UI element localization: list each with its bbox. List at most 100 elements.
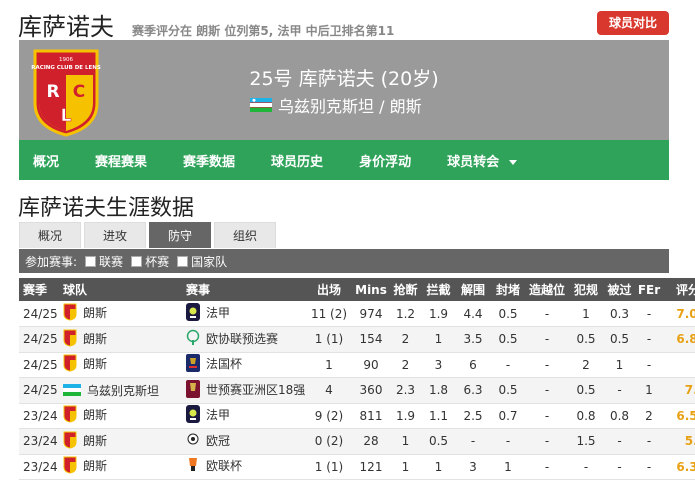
- col-header-mins[interactable]: Mins: [353, 278, 389, 301]
- dribbled-cell: -: [603, 377, 636, 404]
- competition-cell[interactable]: 世预赛亚洲区18强赛4: [182, 377, 305, 404]
- checkbox-icon: [85, 255, 97, 267]
- clr-cell: -: [455, 428, 491, 455]
- table-row[interactable]: 23/24朗斯法甲9 (2)8111.91.12.50.7-0.80.826.5…: [19, 403, 695, 429]
- fer-cell: -: [636, 454, 662, 480]
- dribbled-cell: -: [603, 454, 636, 480]
- col-header-dribbled-past[interactable]: 被过: [603, 278, 636, 301]
- team-cell[interactable]: 乌兹别克斯坦: [59, 377, 182, 404]
- competition-cell[interactable]: 欧协联预选赛: [182, 326, 305, 353]
- table-row[interactable]: 23/24朗斯欧联杯1 (1)1211131----6.33: [19, 454, 695, 480]
- rating-cell: 5.8: [662, 428, 695, 455]
- team-cell[interactable]: 朗斯: [59, 428, 182, 455]
- col-header-blocks[interactable]: 封堵: [491, 278, 525, 301]
- table-row[interactable]: 24/25朗斯法国杯190236--21-7: [19, 352, 695, 378]
- nav-transfers-label: 球员转会: [447, 154, 500, 170]
- filter-option-label: 国家队: [191, 254, 228, 269]
- int-cell: 3: [422, 352, 455, 378]
- fouls-cell: 0.8: [569, 403, 603, 429]
- chevron-down-icon: [509, 159, 518, 165]
- lens-crest-icon: [63, 431, 77, 452]
- competition-name: 法国杯: [206, 357, 243, 372]
- fouls-cell: 0.5: [569, 377, 603, 404]
- main-nav: 概况 赛程赛果 赛季数据 球员历史 身价浮动 球员转会: [19, 140, 669, 180]
- tab-defense[interactable]: 防守: [149, 222, 211, 248]
- lens-crest-icon: [63, 329, 77, 350]
- nav-transfers[interactable]: 球员转会: [433, 151, 531, 170]
- col-header-competition[interactable]: 赛事: [182, 278, 305, 301]
- filter-national-checkbox[interactable]: 国家队: [177, 253, 227, 270]
- col-header-season[interactable]: 赛季: [19, 278, 59, 301]
- uzbekistan-flag-icon: [63, 383, 81, 399]
- table-row[interactable]: 24/25朗斯法甲11 (2)9741.21.94.40.5-10.3-7.07: [19, 301, 695, 327]
- mins-cell: 154: [353, 326, 389, 353]
- col-header-fer[interactable]: FEr: [636, 278, 662, 301]
- nav-market-value[interactable]: 身价浮动: [345, 151, 425, 170]
- tab-overview[interactable]: 概况: [19, 222, 81, 248]
- competition-cell[interactable]: 法甲: [182, 301, 305, 327]
- season-cell: 23/24: [19, 454, 59, 480]
- nav-fixtures[interactable]: 赛程赛果: [81, 151, 161, 170]
- competition-cell[interactable]: 欧联杯: [182, 454, 305, 480]
- team-cell[interactable]: 朗斯: [59, 403, 182, 429]
- filter-option-label: 联赛: [99, 254, 124, 269]
- tkl-cell: 2: [389, 352, 422, 378]
- nav-overview[interactable]: 概况: [19, 151, 73, 170]
- table-row[interactable]: 24/25乌兹别克斯坦世预赛亚洲区18强赛443602.31.86.30.5-0…: [19, 377, 695, 404]
- compare-button[interactable]: 球员对比: [597, 11, 669, 35]
- apps-cell: 4: [305, 377, 353, 404]
- tab-attack[interactable]: 进攻: [84, 222, 146, 248]
- nav-player-history[interactable]: 球员历史: [257, 151, 337, 170]
- rating-cell: 6.51: [662, 403, 695, 429]
- page-header: 库萨诺夫 赛季评分在 朗斯 位列第5, 法甲 中后卫排名第11: [18, 7, 394, 42]
- competition-cell[interactable]: 欧冠: [182, 428, 305, 455]
- season-cell: 24/25: [19, 352, 59, 378]
- team-cell[interactable]: 朗斯: [59, 454, 182, 480]
- col-header-tackles[interactable]: 抢断: [389, 278, 422, 301]
- col-header-team[interactable]: 球队: [59, 278, 182, 301]
- lens-crest-icon: [63, 456, 77, 477]
- rating-cell: 7.2: [662, 377, 695, 404]
- season-cell: 24/25: [19, 301, 59, 327]
- tab-organization[interactable]: 组织: [214, 222, 276, 248]
- blk-cell: 0.7: [491, 403, 525, 429]
- table-row[interactable]: 23/24朗斯欧冠0 (2)2810.5---1.5--5.8: [19, 428, 695, 455]
- team-cell[interactable]: 朗斯: [59, 326, 182, 353]
- competition-cell[interactable]: 法甲: [182, 403, 305, 429]
- clr-cell: 2.5: [455, 403, 491, 429]
- nav-season-stats[interactable]: 赛季数据: [169, 151, 249, 170]
- fouls-cell: 1.5: [569, 428, 603, 455]
- team-name: 朗斯: [83, 433, 108, 448]
- col-header-interceptions[interactable]: 拦截: [422, 278, 455, 301]
- team-cell[interactable]: 朗斯: [59, 352, 182, 378]
- fer-cell: -: [636, 326, 662, 353]
- svg-text:1906: 1906: [59, 57, 73, 63]
- col-header-apps[interactable]: 出场: [305, 278, 353, 301]
- col-header-offsides-won[interactable]: 造越位: [525, 278, 569, 301]
- lens-crest-logo: 1906 RACING CLUB DE LENS R C L: [31, 49, 101, 137]
- coupe-de-france-logo-icon: [186, 354, 200, 375]
- int-cell: 1: [422, 454, 455, 480]
- dribbled-cell: 0.3: [603, 301, 636, 327]
- filter-option-label: 杯赛: [145, 254, 170, 269]
- uzbekistan-flag-icon: [250, 98, 272, 112]
- off-cell: -: [525, 377, 569, 404]
- fer-cell: -: [636, 352, 662, 378]
- apps-cell: 1 (1): [305, 326, 353, 353]
- season-cell: 23/24: [19, 428, 59, 455]
- off-cell: -: [525, 403, 569, 429]
- col-header-fouls[interactable]: 犯规: [569, 278, 603, 301]
- filter-league-checkbox[interactable]: 联赛: [85, 253, 123, 270]
- filter-cup-checkbox[interactable]: 杯赛: [131, 253, 169, 270]
- table-body: 24/25朗斯法甲11 (2)9741.21.94.40.5-10.3-7.07…: [19, 301, 695, 480]
- dribbled-cell: -: [603, 428, 636, 455]
- col-header-clearances[interactable]: 解围: [455, 278, 491, 301]
- clr-cell: 3.5: [455, 326, 491, 353]
- col-header-rating[interactable]: 评分: [662, 278, 695, 301]
- competition-cell[interactable]: 法国杯: [182, 352, 305, 378]
- section-title: 库萨诺夫生涯数据: [18, 196, 195, 221]
- team-cell[interactable]: 朗斯: [59, 301, 182, 327]
- int-cell: 1.1: [422, 403, 455, 429]
- player-nation-club: 乌兹别克斯坦 / 朗斯: [250, 93, 422, 117]
- table-row[interactable]: 24/25朗斯欧协联预选赛1 (1)154213.50.5-0.50.5-6.8…: [19, 326, 695, 353]
